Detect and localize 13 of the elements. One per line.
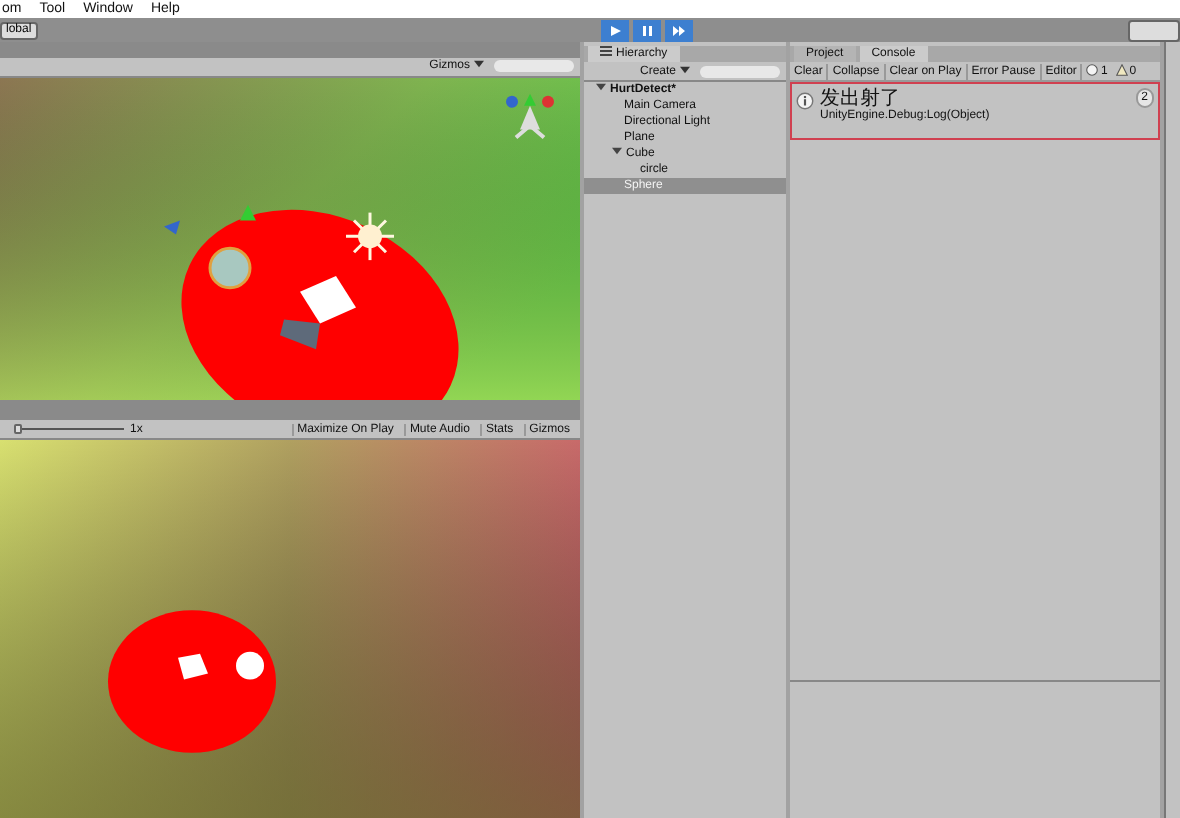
play-icon[interactable] bbox=[599, 19, 630, 41]
caret-icon bbox=[474, 60, 484, 69]
fold-arrow-icon[interactable] bbox=[612, 146, 622, 156]
info-icon bbox=[1086, 63, 1099, 75]
pause-icon[interactable] bbox=[631, 19, 662, 41]
step-icon[interactable] bbox=[663, 19, 694, 41]
info-icon bbox=[796, 92, 814, 110]
log-message[interactable]: 发出射了 bbox=[820, 88, 1130, 110]
search-field[interactable] bbox=[700, 65, 780, 77]
collab-button[interactable] bbox=[1128, 19, 1180, 41]
search-field[interactable] bbox=[494, 60, 574, 73]
fold-arrow-icon[interactable] bbox=[596, 82, 606, 92]
menu-icon bbox=[600, 46, 612, 56]
